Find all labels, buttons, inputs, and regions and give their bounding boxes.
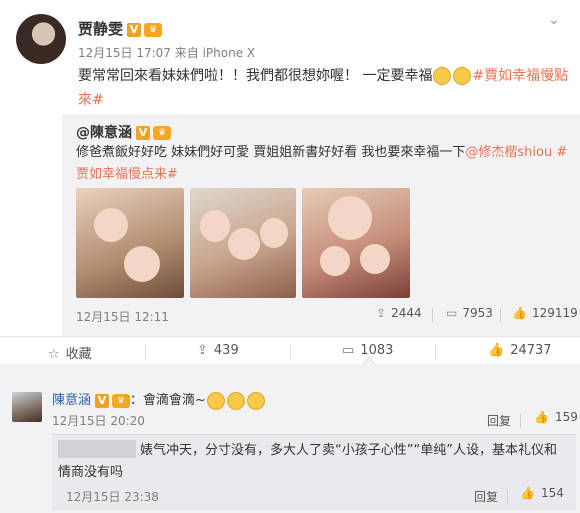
- verified-badge-icon: V: [95, 393, 110, 408]
- comment-colon: ：: [130, 393, 144, 408]
- reply-date: 12月15日 23:38: [66, 490, 159, 504]
- member-crown-icon: ♛: [112, 393, 131, 408]
- divider: [290, 344, 291, 360]
- verified-badge-icon: V: [136, 126, 150, 140]
- comment-icon: ▭: [342, 343, 355, 358]
- repost-photo[interactable]: [302, 188, 410, 298]
- comment-button[interactable]: ▭ 1083: [342, 343, 393, 358]
- like-button[interactable]: 👍 24737: [488, 343, 552, 358]
- repost-photo[interactable]: [76, 188, 184, 298]
- repost-stat-repost[interactable]: ⇪ 2444: [376, 306, 422, 320]
- author-name-row[interactable]: 贾静雯 V ♛: [78, 18, 163, 39]
- repost-button[interactable]: ⇪ 439: [197, 343, 239, 358]
- repost-stat-like[interactable]: 👍 129119: [512, 306, 578, 320]
- reply-button[interactable]: 回复: [487, 412, 511, 429]
- like-icon: 👍: [488, 343, 505, 358]
- comment-text: 會滴會滴~: [143, 393, 206, 408]
- post-text: 要常常回來看妹妹們啦！！我們都很想妳喔！ 一定要幸福 #賈如幸福慢點來#: [78, 64, 570, 112]
- reply-like-button[interactable]: 👍 154: [520, 486, 564, 500]
- author-avatar[interactable]: [16, 14, 66, 64]
- like-icon: 👍: [520, 486, 535, 500]
- repost-icon: ⇪: [376, 306, 387, 320]
- comment-date: 12月15日 20:20: [52, 414, 145, 428]
- laugh-emoji-icon: [246, 391, 265, 410]
- kiss-emoji-icon: [453, 67, 472, 85]
- repost-author-row: @陳意涵 V ♛: [76, 122, 171, 142]
- repost-text-body: 修爸煮飯好好吃 妹妹們好可愛 賈姐姐新書好好看 我也要來幸福一下: [76, 145, 466, 160]
- post-text-body: 要常常回來看妹妹們啦！！我們都很想妳喔！ 一定要幸福: [78, 68, 433, 84]
- post-meta: 12月15日 17:07 来自 iPhone X: [78, 46, 256, 60]
- repost-mention[interactable]: @修杰楷shiou: [465, 145, 552, 160]
- repost-icon: ⇪: [197, 343, 208, 358]
- verified-badge-icon: V: [127, 22, 142, 37]
- laugh-emoji-icon: [206, 391, 225, 410]
- divider: [507, 490, 508, 504]
- reply-button[interactable]: 回复: [474, 488, 498, 505]
- repost-text: 修爸煮飯好好吃 妹妹們好可愛 賈姐姐新書好好看 我也要來幸福一下@修杰楷shio…: [76, 142, 576, 186]
- member-crown-icon: ♛: [144, 22, 163, 37]
- chevron-down-icon[interactable]: ⌄: [548, 12, 560, 28]
- divider: [432, 308, 433, 322]
- repost-author[interactable]: @陳意涵: [76, 125, 132, 141]
- favorite-button[interactable]: ☆ 收藏: [48, 343, 92, 362]
- member-crown-icon: ♛: [153, 126, 171, 140]
- comment-line: 陳意涵 V ♛ ：會滴會滴~: [52, 389, 266, 410]
- repost-photo[interactable]: [190, 188, 296, 298]
- comment-icon: ▭: [446, 306, 458, 320]
- repost-stat-comment[interactable]: ▭ 7953: [446, 306, 493, 320]
- divider: [520, 414, 521, 428]
- star-icon: ☆: [48, 347, 60, 362]
- laugh-emoji-icon: [226, 391, 245, 410]
- commenter-avatar[interactable]: [12, 392, 42, 422]
- author-name[interactable]: 贾静雯: [78, 20, 123, 38]
- commenter-name[interactable]: 陳意涵: [52, 393, 91, 408]
- like-icon: 👍: [534, 410, 549, 424]
- divider: [500, 308, 501, 322]
- repost-date[interactable]: 12月15日 12:11: [76, 308, 169, 325]
- reply-text: 婊气冲天，分寸没有，多大人了卖“小孩子心性”“单纯”人设，基本礼仪和情商没有吗: [58, 443, 557, 480]
- divider: [435, 344, 436, 360]
- divider: [145, 344, 146, 360]
- like-icon: 👍: [512, 306, 527, 320]
- comment-like-button[interactable]: 👍 159: [534, 410, 578, 424]
- kiss-emoji-icon: [433, 67, 452, 85]
